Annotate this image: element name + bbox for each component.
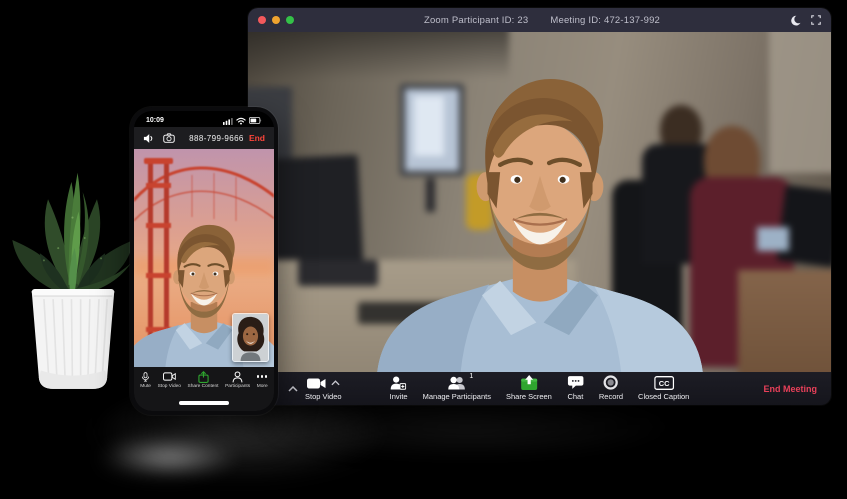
phone-video-feed (134, 149, 274, 367)
zoom-desktop-window: Zoom Participant ID: 23 Meeting ID: 472-… (248, 8, 831, 405)
phone-statusbar: 10:09 (134, 111, 274, 127)
maximize-window-button[interactable] (286, 16, 294, 24)
speaker-video-man (359, 67, 721, 372)
participant-id-label: Zoom Participant ID: 23 (423, 14, 529, 26)
plant-pot (31, 288, 115, 389)
cc-icon-text: CC (658, 379, 669, 388)
cell-signal-icon (223, 117, 233, 125)
chat-bubble-icon (567, 376, 584, 389)
stage: Zoom Participant ID: 23 Meeting ID: 472-… (0, 0, 847, 499)
self-view-woman (233, 314, 268, 361)
share-content-icon (197, 370, 209, 383)
self-view-pip[interactable] (232, 313, 269, 362)
moon-icon[interactable] (790, 15, 801, 26)
toolbar-center-group: Invite 1 Manage Participants Share Scree… (390, 373, 690, 401)
flip-camera-icon[interactable] (163, 133, 175, 143)
toolbar-left-group: Stop Video (288, 372, 342, 405)
mute-options-chevron-icon[interactable] (288, 385, 298, 392)
more-dots-icon (256, 371, 268, 382)
plant-leaves (12, 172, 134, 298)
fullscreen-icon[interactable] (811, 15, 821, 25)
invite-person-icon (391, 376, 407, 390)
stop-video-button[interactable]: Stop Video (305, 377, 342, 401)
mute-button[interactable]: Mute (140, 371, 151, 389)
end-call-button[interactable]: End (249, 133, 265, 143)
manage-participants-label: Manage Participants (422, 392, 491, 401)
more-button[interactable]: More (257, 371, 268, 389)
chat-button[interactable]: Chat (567, 375, 584, 401)
mute-label: Mute (140, 383, 151, 389)
phone-home-area (134, 395, 274, 411)
invite-button[interactable]: Invite (390, 375, 408, 401)
phone-stop-video-label: Stop Video (157, 383, 181, 389)
invite-label: Invite (389, 392, 408, 401)
main-video-feed (248, 32, 831, 372)
window-titlebar: Zoom Participant ID: 23 Meeting ID: 472-… (248, 8, 831, 32)
phone-mockup: 10:09 888-799-9666 End Mute Stop Video S… (130, 107, 278, 415)
wifi-icon (236, 117, 246, 125)
share-content-label: Share Content (187, 383, 219, 389)
battery-icon (249, 117, 262, 124)
call-phone-number: 888-799-9666 (189, 133, 244, 143)
potted-plant (12, 172, 134, 389)
record-icon (603, 375, 619, 390)
closed-caption-button[interactable]: CC Closed Caption (638, 375, 689, 401)
end-meeting-button[interactable]: End Meeting (764, 384, 818, 394)
titlebar-actions (790, 15, 821, 26)
meeting-id-label: Meeting ID: 472-137-992 (550, 14, 661, 26)
video-options-chevron-icon[interactable] (331, 380, 340, 386)
window-title: Zoom Participant ID: 23 Meeting ID: 472-… (294, 15, 790, 26)
phone-participants-icon (232, 370, 243, 382)
manage-participants-button[interactable]: 1 Manage Participants (422, 373, 491, 401)
share-screen-label: Share Screen (505, 392, 552, 401)
close-window-button[interactable] (258, 16, 266, 24)
minimize-window-button[interactable] (272, 16, 280, 24)
share-content-button[interactable]: Share Content (187, 370, 219, 389)
closed-caption-icon: CC (653, 376, 674, 390)
phone-participants-label: Participants (225, 383, 251, 389)
phone-callbar: 888-799-9666 End (134, 127, 274, 149)
phone-screen: 10:09 888-799-9666 End Mute Stop Video S… (134, 111, 274, 411)
video-camera-icon (306, 378, 326, 388)
mic-icon (142, 371, 150, 382)
record-label: Record (598, 392, 624, 401)
traffic-lights (258, 16, 294, 24)
chat-label: Chat (567, 392, 584, 401)
meeting-toolbar: Stop Video Invite 1 Manage Participants … (248, 372, 831, 405)
speaker-icon[interactable] (143, 133, 154, 144)
phone-participants-button[interactable]: Participants (225, 370, 251, 389)
closed-caption-label: Closed Caption (638, 392, 690, 401)
phone-video-camera-icon (162, 372, 176, 381)
participants-count-badge: 1 (469, 373, 474, 380)
home-indicator[interactable] (179, 401, 229, 405)
right-desk (738, 270, 831, 372)
more-label: More (256, 383, 268, 389)
participants-icon (448, 376, 465, 390)
stop-video-label: Stop Video (305, 391, 342, 401)
status-time: 10:09 (146, 117, 164, 124)
share-screen-icon (520, 375, 537, 390)
floor-highlight-shadow (98, 438, 238, 476)
phone-toolbar: Mute Stop Video Share Content Participan… (134, 367, 274, 395)
phone-stop-video-button[interactable]: Stop Video (158, 371, 181, 389)
record-button[interactable]: Record (599, 375, 623, 401)
share-screen-button[interactable]: Share Screen (506, 375, 552, 401)
